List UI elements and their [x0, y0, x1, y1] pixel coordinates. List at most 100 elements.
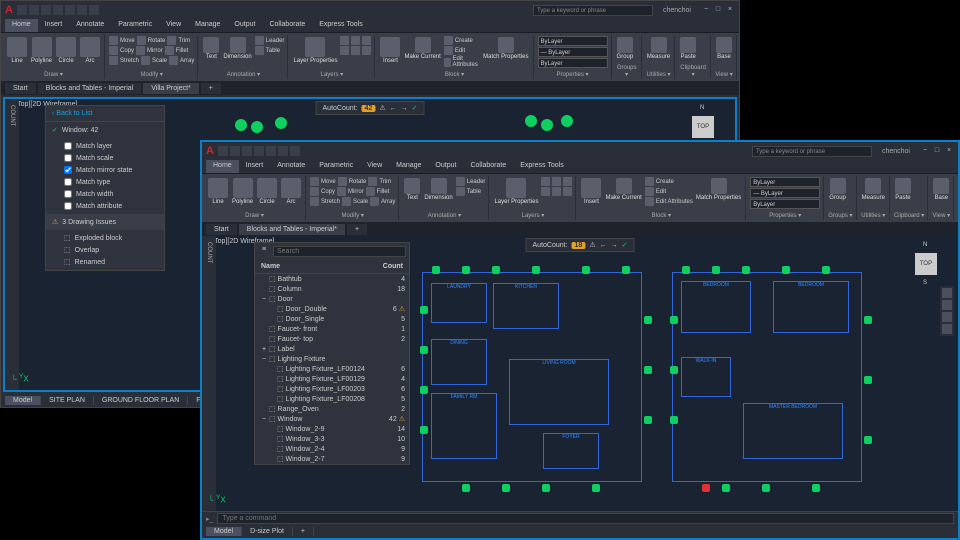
issues-header[interactable]: ⚠3 Drawing Issues: [46, 214, 164, 230]
palette-strip[interactable]: COUNT: [202, 236, 216, 511]
viewcube-face[interactable]: TOP: [915, 253, 937, 275]
tab-parametric[interactable]: Parametric: [111, 19, 159, 32]
window-block-icon[interactable]: [782, 266, 790, 274]
tab-output[interactable]: Output: [227, 19, 262, 32]
ribbon-stretch-button[interactable]: [109, 56, 118, 65]
layout-tab[interactable]: SITE PLAN: [41, 396, 94, 405]
window-block-icon[interactable]: [420, 386, 428, 394]
autocount-check-icon[interactable]: ✓: [622, 241, 628, 249]
quick-access-toolbar[interactable]: [17, 5, 99, 15]
window-block-icon[interactable]: [762, 484, 770, 492]
bylayer-combo[interactable]: — ByLayer: [750, 188, 820, 198]
checkbox[interactable]: [64, 190, 72, 198]
window-block-icon[interactable]: [592, 484, 600, 492]
layout-model[interactable]: Model: [206, 527, 242, 536]
ribbon-circle-button[interactable]: Circle: [256, 177, 278, 206]
match-option[interactable]: Match layer: [46, 140, 164, 152]
paste-button[interactable]: Paste: [679, 36, 697, 61]
tab-manage[interactable]: Manage: [389, 160, 428, 173]
ribbon-mirror-button[interactable]: [337, 187, 346, 196]
tab-manage[interactable]: Manage: [188, 19, 227, 32]
base-view-button[interactable]: Base: [932, 177, 950, 202]
ucs-icon[interactable]: └ YX: [11, 373, 29, 384]
ribbon-polyline-button[interactable]: Polyline: [30, 36, 53, 65]
ribbon-mirror-button[interactable]: [136, 46, 145, 55]
window-block-icon[interactable]: [670, 316, 678, 324]
help-search-input[interactable]: Type a keyword or phrase: [752, 146, 872, 157]
autocount-warn-icon[interactable]: ⚠: [379, 104, 385, 112]
window-block-icon[interactable]: [542, 484, 550, 492]
window-block-icon[interactable]: [644, 316, 652, 324]
back-to-list-link[interactable]: ‹ Back to List: [46, 106, 164, 122]
count-row[interactable]: ⬚ Lighting Fixture_LF001246: [255, 364, 409, 374]
navigation-bar[interactable]: [940, 286, 954, 336]
tab-insert[interactable]: Insert: [38, 19, 70, 32]
window-block-icon[interactable]: [432, 266, 440, 274]
count-row[interactable]: ⬚ Lighting Fixture_LF002085: [255, 394, 409, 404]
checkbox[interactable]: [64, 178, 72, 186]
tab-view[interactable]: View: [360, 160, 389, 173]
drawing-viewport[interactable]: [-][Top][2D Wireframe] AutoCount: 18 ⚠←→…: [202, 236, 958, 511]
command-prompt-icon[interactable]: ▸_: [206, 515, 213, 523]
checkbox[interactable]: [64, 142, 72, 150]
autocount-toolbar[interactable]: AutoCount: 42 ⚠←→✓: [316, 101, 425, 115]
tab-collaborate[interactable]: Collaborate: [262, 19, 312, 32]
tab-insert[interactable]: Insert: [239, 160, 271, 173]
count-row[interactable]: ⬚ Column18: [255, 284, 409, 294]
tree-block-icon[interactable]: [251, 121, 263, 133]
window-block-icon[interactable]: [742, 266, 750, 274]
minimize-icon[interactable]: −: [920, 146, 930, 156]
minimize-icon[interactable]: −: [701, 5, 711, 15]
quick-access-toolbar[interactable]: [218, 146, 300, 156]
layer-properties-button[interactable]: Layer Properties: [493, 177, 539, 206]
count-palette-tab[interactable]: COUNT: [9, 105, 15, 126]
window-block-icon[interactable]: [812, 484, 820, 492]
ucs-icon[interactable]: └ YX: [208, 494, 226, 505]
tab-home[interactable]: Home: [5, 19, 38, 32]
match-option[interactable]: Match width: [46, 188, 164, 200]
count-search-input[interactable]: [273, 246, 406, 257]
doctab[interactable]: Blocks and Tables - Imperial: [38, 83, 141, 94]
issue-item[interactable]: ⬚Overlap: [46, 244, 164, 256]
close-icon[interactable]: ×: [725, 5, 735, 15]
tab-collaborate[interactable]: Collaborate: [463, 160, 513, 173]
layer-properties-button[interactable]: Layer Properties: [292, 36, 338, 65]
window-block-icon[interactable]: [670, 366, 678, 374]
ribbon-copy-button[interactable]: [310, 187, 319, 196]
tab-output[interactable]: Output: [428, 160, 463, 173]
ribbon-line-button[interactable]: Line: [6, 36, 28, 65]
command-input[interactable]: [217, 513, 954, 524]
count-row[interactable]: ⬚ Lighting Fixture_LF001294: [255, 374, 409, 384]
tab-view[interactable]: View: [159, 19, 188, 32]
match-option[interactable]: Match scale: [46, 152, 164, 164]
window-block-icon[interactable]: [722, 484, 730, 492]
count-row[interactable]: +⬚ Label: [255, 344, 409, 354]
issue-item[interactable]: ⬚Renamed: [46, 256, 164, 268]
match-option[interactable]: Match type: [46, 176, 164, 188]
match-option[interactable]: Match mirror state: [46, 164, 164, 176]
ribbon-text-button[interactable]: Text: [202, 36, 220, 61]
checkbox[interactable]: [64, 202, 72, 210]
window-block-icon[interactable]: [492, 266, 500, 274]
base-view-button[interactable]: Base: [715, 36, 733, 61]
user-name[interactable]: chenchoi: [882, 148, 910, 155]
count-row[interactable]: ⬚ Window_2-79: [255, 454, 409, 464]
help-search-input[interactable]: Type a keyword or phrase: [533, 5, 653, 16]
tab-annotate[interactable]: Annotate: [270, 160, 312, 173]
tab-express[interactable]: Express Tools: [312, 19, 369, 32]
count-row[interactable]: ⬚ Faucet- front1: [255, 324, 409, 334]
ribbon-fillet-button[interactable]: [366, 187, 375, 196]
window-block-icon[interactable]: [622, 266, 630, 274]
viewcube[interactable]: N TOP S: [908, 246, 944, 282]
ribbon-array-button[interactable]: [169, 56, 178, 65]
palette-strip[interactable]: COUNT: [5, 99, 19, 390]
window-block-icon[interactable]: [462, 266, 470, 274]
make-current-button[interactable]: Make Current: [403, 36, 441, 61]
window-block-icon[interactable]: [644, 366, 652, 374]
group-button[interactable]: Group: [616, 36, 635, 61]
window-block-icon[interactable]: [712, 266, 720, 274]
bylayer-combo[interactable]: ByLayer: [538, 58, 608, 68]
issue-item[interactable]: ⬚Exploded block: [46, 232, 164, 244]
layout-model[interactable]: Model: [5, 396, 41, 405]
window-block-icon[interactable]: [682, 266, 690, 274]
